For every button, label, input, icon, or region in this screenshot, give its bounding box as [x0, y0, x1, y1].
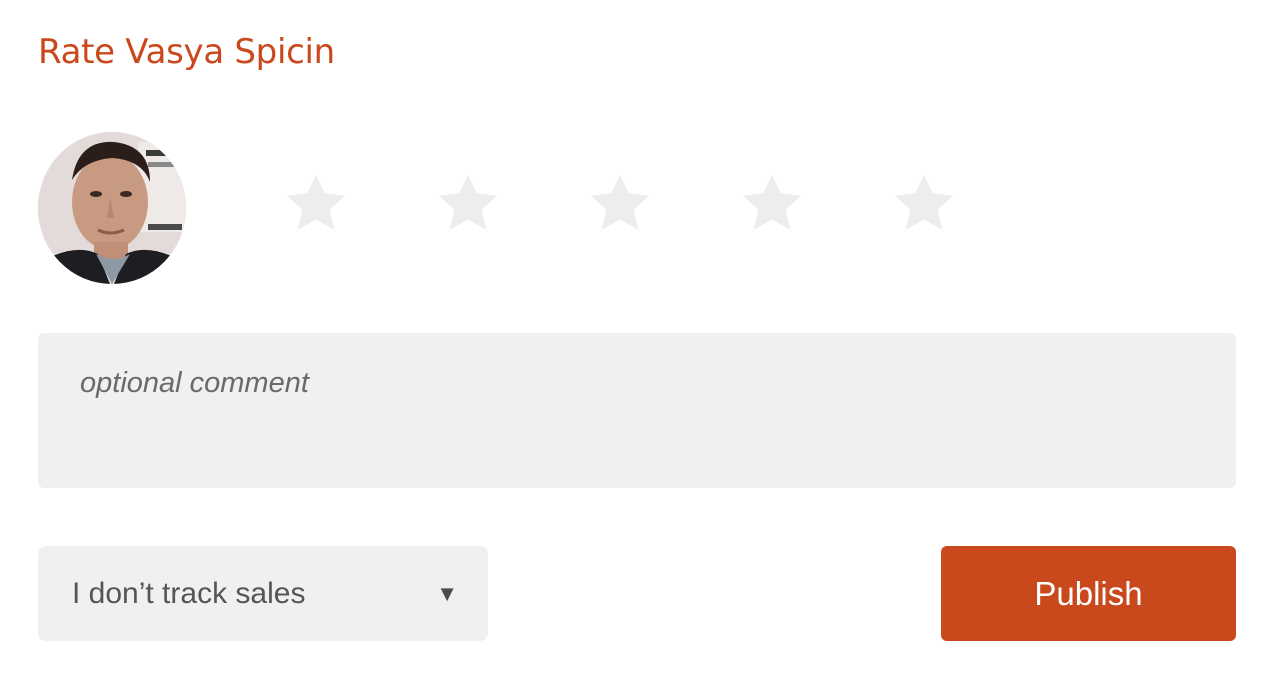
sales-tracking-select-value: I don’t track sales [72, 576, 306, 610]
publish-button[interactable]: Publish [941, 546, 1236, 641]
person-photo-icon [38, 132, 186, 284]
comment-field[interactable] [38, 333, 1236, 488]
caret-down-icon: ▼ [436, 580, 458, 606]
avatar [38, 132, 186, 284]
star-icon[interactable] [432, 168, 504, 240]
star-icon[interactable] [584, 168, 656, 240]
page-title: Rate Vasya Spicin [38, 32, 335, 72]
star-icon[interactable] [280, 168, 352, 240]
star-icon[interactable] [736, 168, 808, 240]
star-rating [280, 168, 1040, 240]
star-icon[interactable] [888, 168, 960, 240]
sales-tracking-select[interactable]: I don’t track sales ▼ [38, 546, 488, 641]
rate-user-dialog: Rate Vasya Spicin optional comment I don… [0, 0, 1280, 673]
